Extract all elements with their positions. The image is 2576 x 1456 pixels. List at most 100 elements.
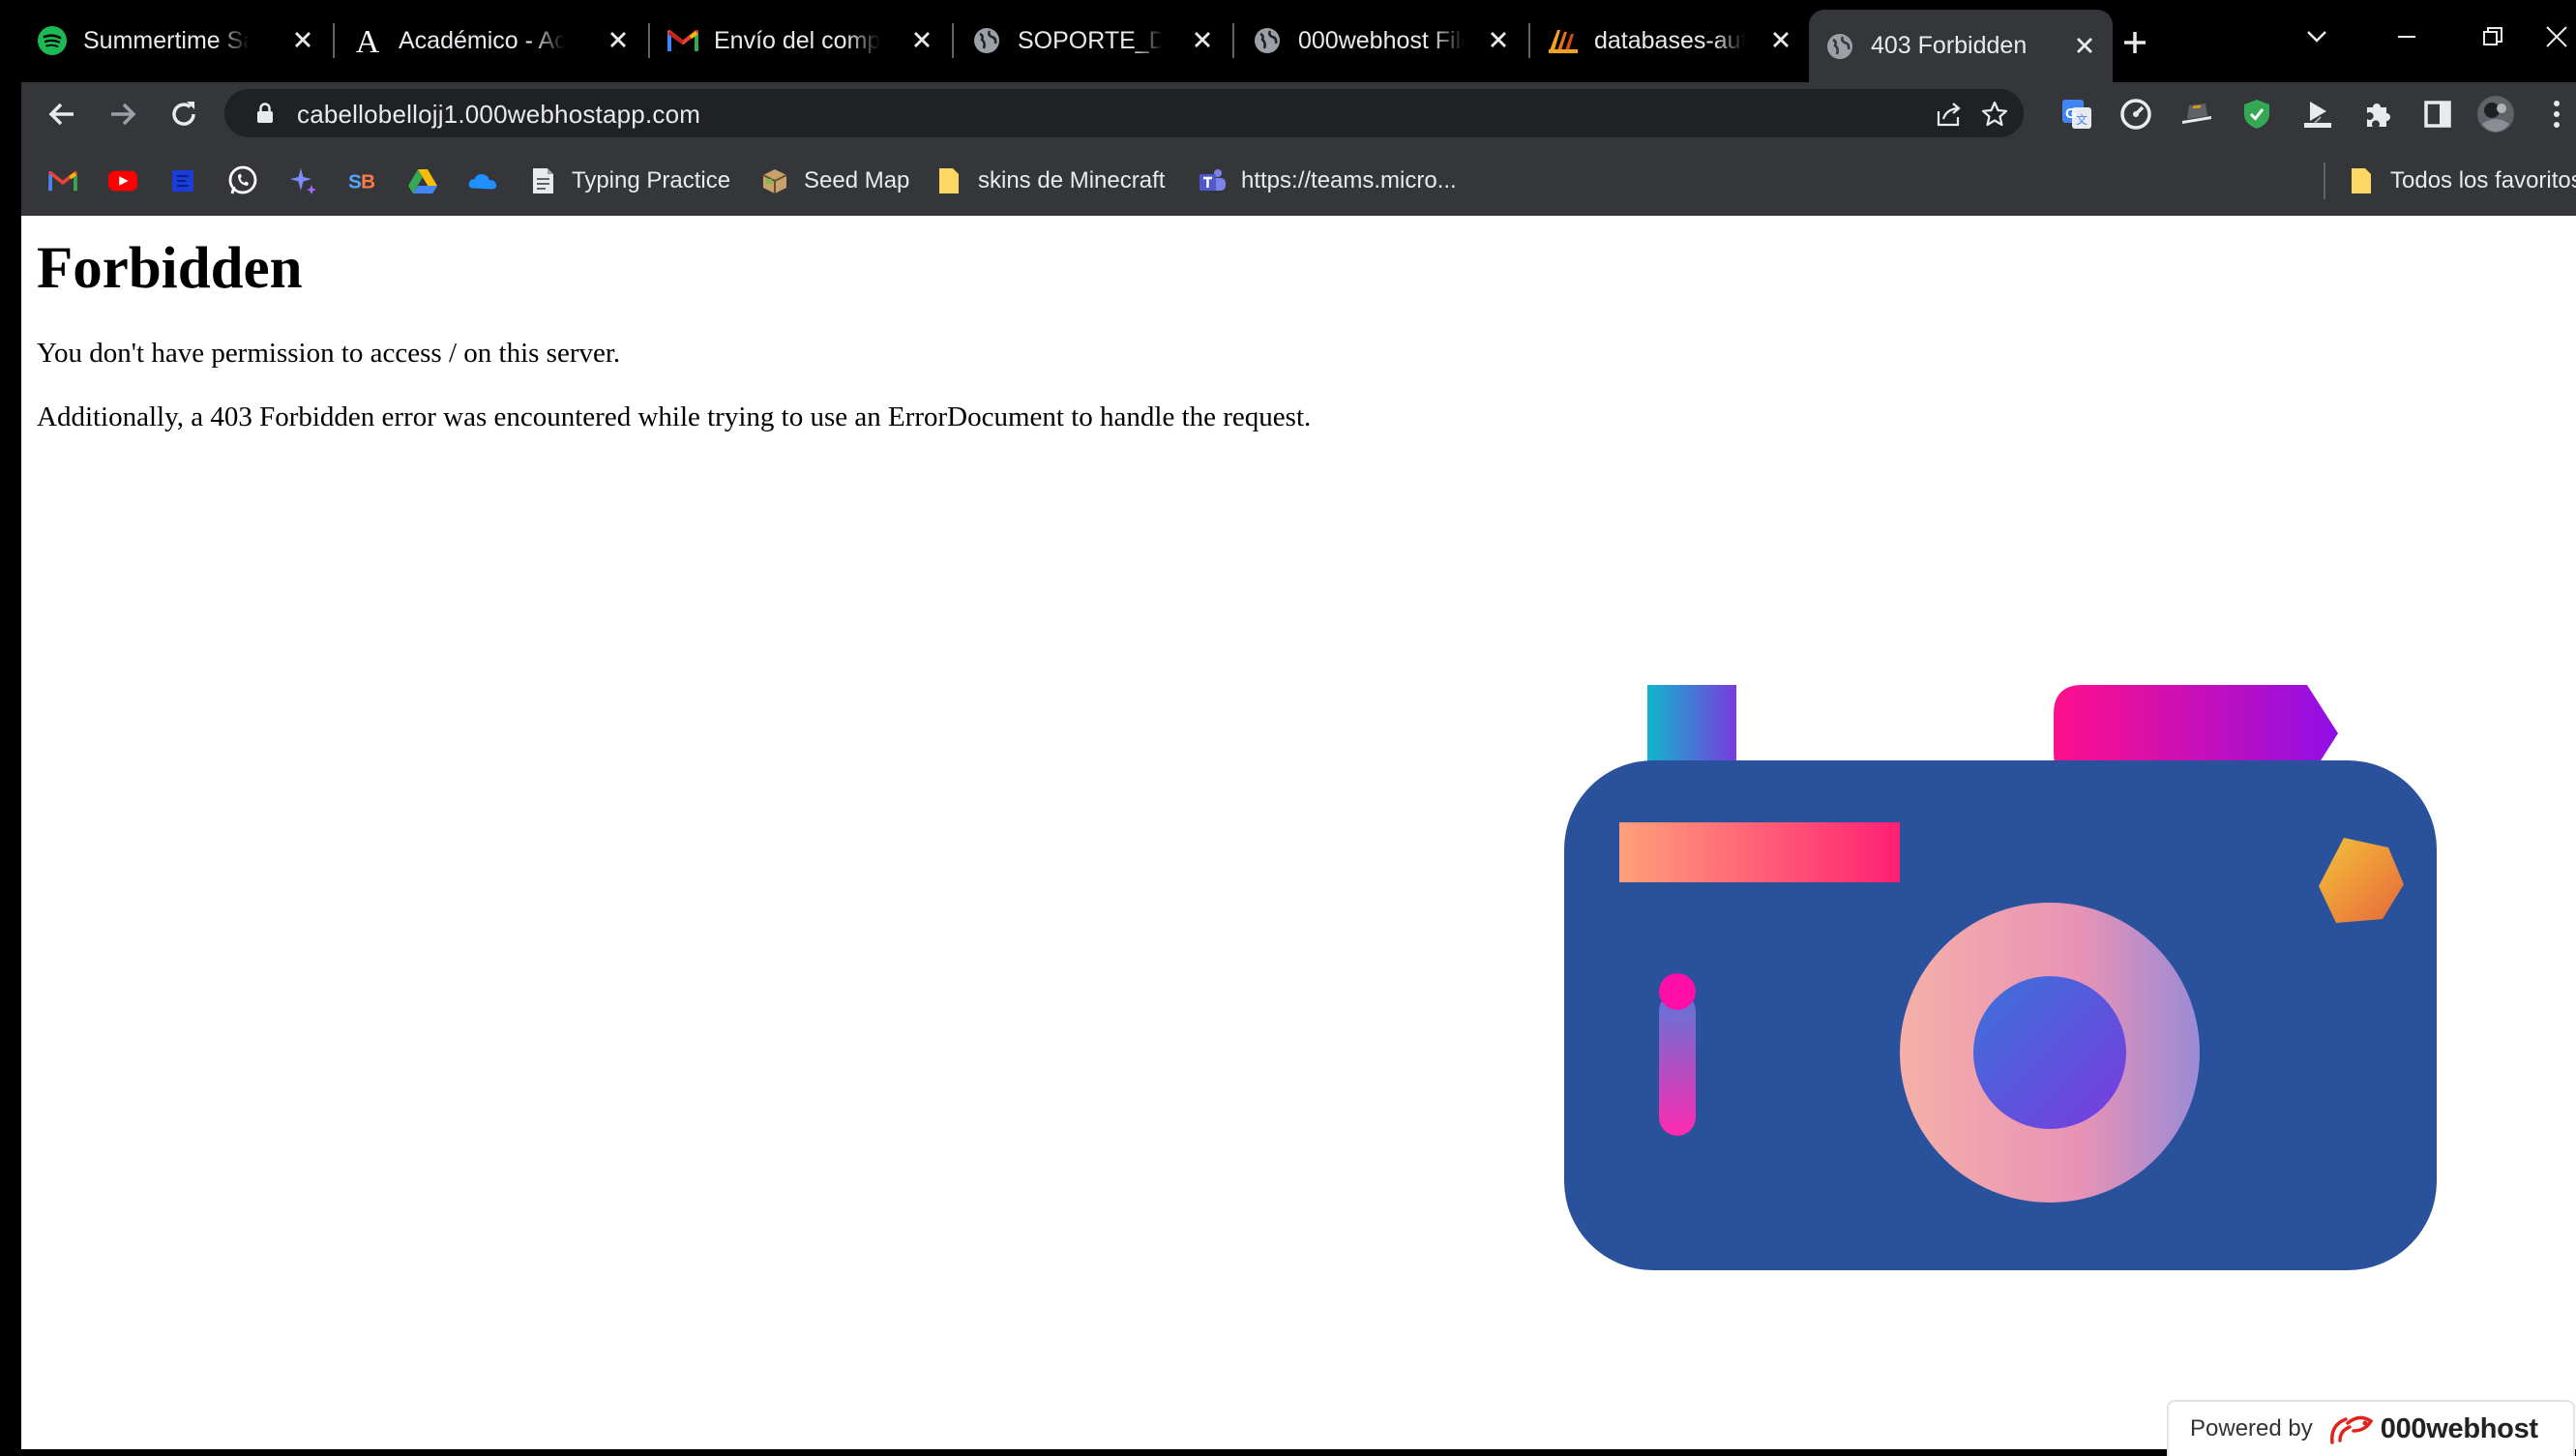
tab-gmail[interactable]: Envío del compr bbox=[652, 10, 950, 72]
close-icon[interactable] bbox=[1766, 25, 1795, 54]
tab-title: Académico - Aca bbox=[399, 26, 565, 54]
url-text[interactable]: cabellobellojj1.000webhostapp.com bbox=[297, 100, 700, 130]
tab-databases[interactable]: databases-auth. bbox=[1532, 10, 1809, 72]
address-bar[interactable]: cabellobellojj1.000webhostapp.com bbox=[224, 89, 2024, 137]
minimize-icon bbox=[2398, 36, 2415, 38]
bookmark-whatsapp[interactable] bbox=[227, 163, 272, 199]
box-icon bbox=[759, 165, 790, 196]
bookmark-label: Typing Practice bbox=[572, 167, 731, 193]
powered-by-brand: 000webhost bbox=[2380, 1412, 2538, 1444]
close-icon[interactable] bbox=[1484, 25, 1513, 54]
error-message: You don't have permission to access / on… bbox=[37, 338, 621, 369]
bookmark-seed-map[interactable]: Seed Map bbox=[759, 163, 909, 199]
databases-icon bbox=[1546, 23, 1581, 58]
reload-button[interactable] bbox=[160, 90, 208, 138]
minimize-button[interactable] bbox=[2378, 15, 2436, 58]
tab-title: Summertime Sad bbox=[83, 26, 250, 54]
back-button[interactable] bbox=[38, 90, 86, 138]
svg-text:A: A bbox=[356, 24, 380, 57]
close-icon[interactable] bbox=[604, 25, 633, 54]
blue-app-icon bbox=[167, 165, 198, 196]
bookmarks-divider bbox=[2324, 163, 2325, 199]
bookmark-onedrive[interactable] bbox=[467, 163, 512, 199]
new-tab-button[interactable] bbox=[2114, 21, 2156, 64]
google-translate-icon[interactable]: G文 bbox=[2058, 95, 2096, 134]
close-icon[interactable] bbox=[288, 25, 317, 54]
tab-search-button[interactable] bbox=[2288, 15, 2346, 58]
menu-kebab-icon[interactable] bbox=[2542, 95, 2571, 134]
bookmark-sb[interactable]: SB bbox=[347, 163, 392, 199]
globe-icon bbox=[1250, 23, 1285, 58]
plus-icon bbox=[2124, 32, 2146, 53]
side-panel-icon[interactable] bbox=[2418, 95, 2457, 134]
folder-icon bbox=[933, 165, 964, 196]
bookmark-label: skins de Minecraft bbox=[978, 167, 1166, 193]
close-window-button[interactable] bbox=[2536, 15, 2576, 58]
tab-spotify[interactable]: Summertime Sad bbox=[21, 10, 331, 72]
hat-extension-icon[interactable] bbox=[2177, 95, 2216, 134]
tab-000webhost-files[interactable]: 000webhost File bbox=[1236, 10, 1526, 72]
tab-soporte[interactable]: SOPORTE_DE_PA bbox=[956, 10, 1230, 72]
video-extension-icon[interactable] bbox=[2298, 95, 2337, 134]
page-icon bbox=[527, 165, 558, 196]
arrow-right-icon bbox=[111, 103, 136, 126]
bookmark-blue-app[interactable] bbox=[167, 163, 212, 199]
bookmark-youtube[interactable] bbox=[107, 163, 152, 199]
profile-avatar[interactable] bbox=[2476, 95, 2515, 134]
close-icon[interactable] bbox=[907, 25, 936, 54]
indicator-bar bbox=[1659, 993, 1696, 1136]
sparkle-icon bbox=[287, 165, 318, 196]
restore-button[interactable] bbox=[2464, 15, 2522, 58]
forward-button[interactable] bbox=[99, 90, 147, 138]
globe-icon bbox=[969, 23, 1004, 58]
tab-title: 000webhost File bbox=[1298, 26, 1465, 54]
bookmark-label: https://teams.micro... bbox=[1241, 167, 1457, 193]
all-bookmarks-folder[interactable]: Todos los favoritos bbox=[2346, 163, 2576, 199]
powered-by-label: Powered by bbox=[2190, 1415, 2313, 1441]
bookmarks-bar: SB Typing Practice Seed Map skins de Min… bbox=[21, 145, 2576, 216]
bookmark-label: Todos los favoritos bbox=[2390, 167, 2576, 193]
tab-divider bbox=[1528, 23, 1530, 58]
tab-strip: Summertime Sad A Académico - Aca Envío d… bbox=[21, 0, 2576, 82]
bookmark-teams[interactable]: https://teams.micro... bbox=[1197, 163, 1457, 199]
camera-illustration bbox=[1564, 685, 2437, 1270]
toolbar: cabellobellojj1.000webhostapp.com G文 bbox=[21, 82, 2576, 145]
close-icon[interactable] bbox=[2070, 31, 2099, 60]
bookmark-star-icon[interactable] bbox=[1977, 97, 2012, 132]
reload-icon bbox=[172, 102, 195, 126]
shield-extension-icon[interactable] bbox=[2237, 95, 2276, 134]
flash-strip bbox=[1619, 822, 1900, 882]
puzzle-icon[interactable] bbox=[2358, 95, 2397, 134]
indicator-dot bbox=[1659, 973, 1696, 1010]
tab-academico[interactable]: A Académico - Aca bbox=[337, 10, 646, 72]
close-icon[interactable] bbox=[1188, 25, 1217, 54]
globe-icon bbox=[1822, 29, 1857, 64]
powered-by-badge[interactable]: Powered by 000webhost bbox=[2167, 1400, 2575, 1456]
tab-title: Envío del compr bbox=[714, 26, 880, 54]
svg-text:文: 文 bbox=[2076, 112, 2087, 127]
tab-title: SOPORTE_DE_PA bbox=[1018, 26, 1163, 54]
google-drive-icon bbox=[407, 165, 438, 196]
tab-divider bbox=[1232, 23, 1234, 58]
bookmark-typing-practice[interactable]: Typing Practice bbox=[527, 163, 730, 199]
svg-text:B: B bbox=[361, 171, 375, 193]
sb-icon: SB bbox=[347, 165, 378, 196]
bookmark-skins-minecraft[interactable]: skins de Minecraft bbox=[933, 163, 1165, 199]
whatsapp-icon bbox=[227, 165, 258, 196]
page-content: Forbidden You don't have permission to a… bbox=[21, 216, 2576, 1456]
restore-icon bbox=[2483, 27, 2502, 45]
lock-icon[interactable] bbox=[253, 102, 277, 125]
tab-title: databases-auth. bbox=[1594, 26, 1745, 54]
chevron-down-icon bbox=[2307, 31, 2326, 43]
academico-icon: A bbox=[350, 23, 385, 58]
bookmark-sparkle[interactable] bbox=[287, 163, 332, 199]
onedrive-icon bbox=[467, 165, 498, 196]
bookmark-google-drive[interactable] bbox=[407, 163, 452, 199]
spotify-icon bbox=[35, 23, 70, 58]
page-title: Forbidden bbox=[37, 236, 303, 301]
speedometer-extension-icon[interactable] bbox=[2117, 95, 2155, 134]
share-icon[interactable] bbox=[1932, 97, 1967, 132]
bookmark-gmail[interactable] bbox=[47, 163, 92, 199]
error-additional-message: Additionally, a 403 Forbidden error was … bbox=[37, 401, 1312, 432]
tab-403-forbidden[interactable]: 403 Forbidden bbox=[1809, 10, 2113, 82]
